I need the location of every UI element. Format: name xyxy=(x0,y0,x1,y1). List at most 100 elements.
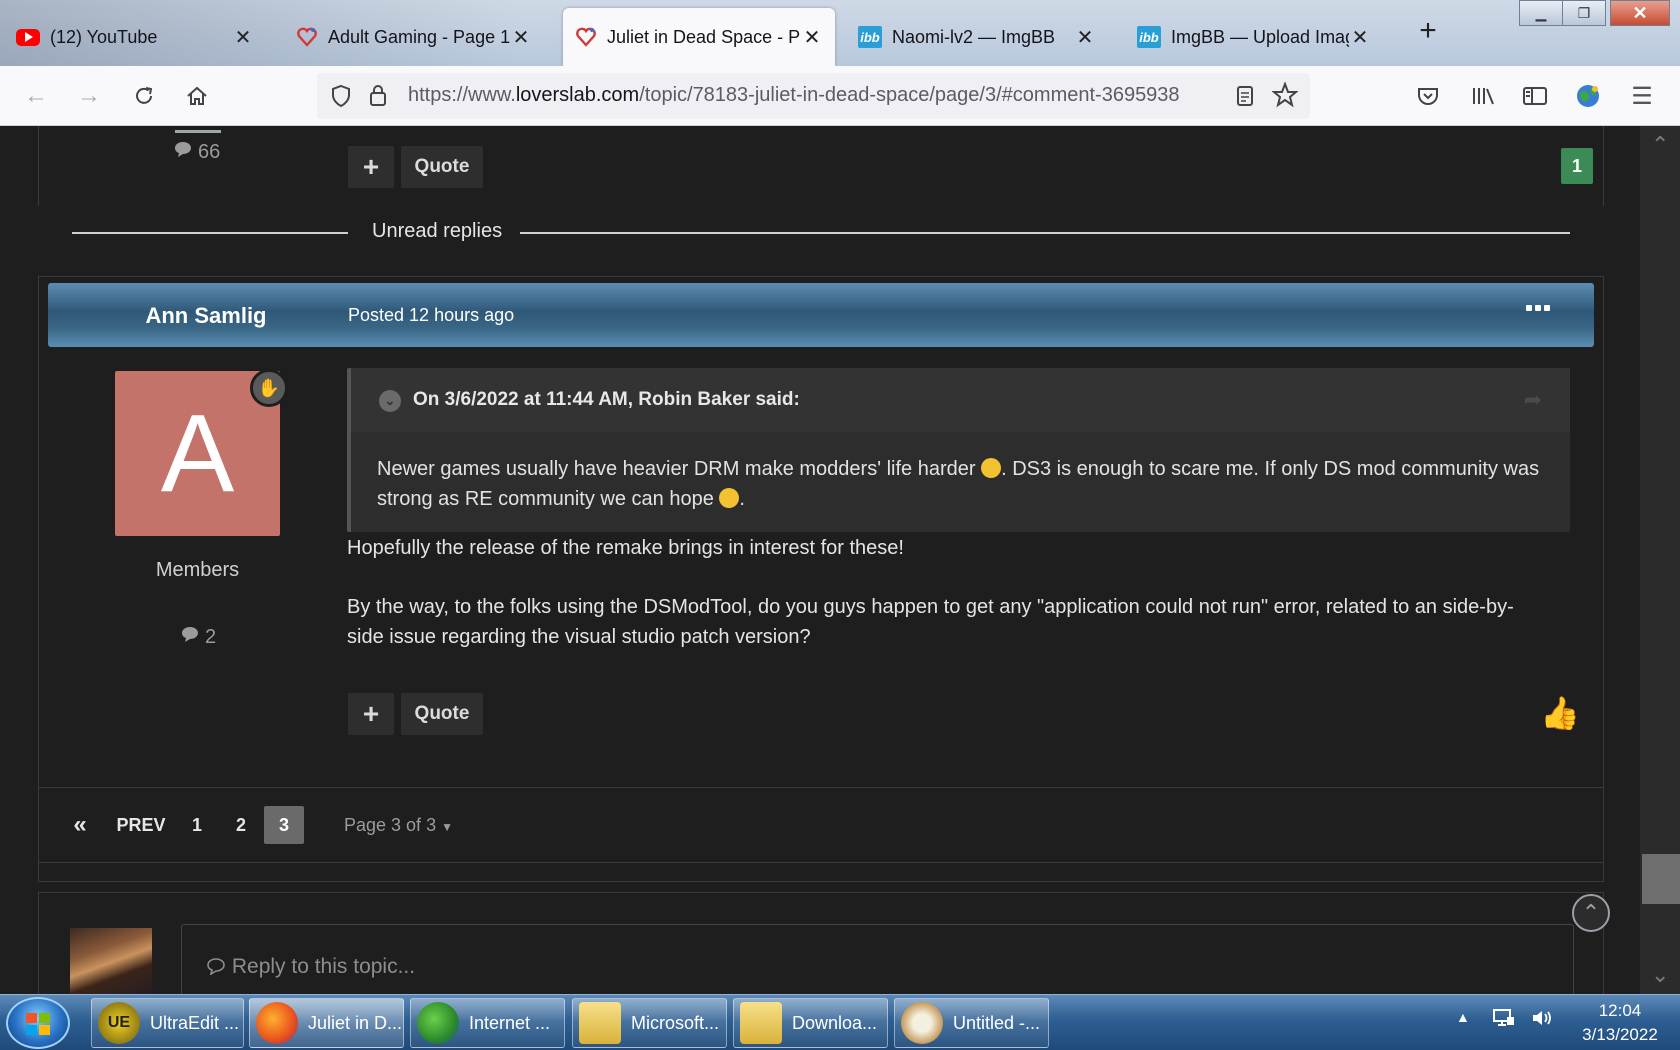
comment-count: 66 xyxy=(198,140,221,163)
divider-line xyxy=(72,232,348,234)
author-name[interactable]: Ann Samlig xyxy=(141,303,271,329)
post-header: Ann Samlig Posted 12 hours ago xyxy=(48,283,1594,347)
url-text[interactable]: https://www.loverslab.com/topic/78183-ju… xyxy=(408,84,1180,107)
page-link-current[interactable]: 3 xyxy=(264,806,304,844)
sweat-smile-emoji-icon xyxy=(981,458,1002,478)
quote-block: ⌄ On 3/6/2022 at 11:44 AM, Robin Baker s… xyxy=(347,368,1570,532)
sidebar-icon[interactable] xyxy=(1519,80,1551,112)
tab-title: ImgBB — Upload Image xyxy=(1171,26,1349,47)
scroll-up-icon[interactable]: ⌃ xyxy=(1651,132,1669,158)
tab-youtube[interactable]: (12) YouTube ✕ xyxy=(4,8,266,66)
windows-taskbar: UE UltraEdit ... Juliet in D... Internet… xyxy=(0,994,1680,1050)
taskbar-item-downloads-folder[interactable]: Downloa... xyxy=(733,998,888,1048)
tab-imgbb-upload[interactable]: ibb ImgBB — Upload Image ✕ xyxy=(1125,8,1383,66)
scroll-down-icon[interactable]: ⌄ xyxy=(1651,962,1669,988)
new-tab-button[interactable]: + xyxy=(1412,14,1444,54)
plus-button[interactable]: + xyxy=(348,146,394,188)
paint-icon xyxy=(901,1002,943,1044)
taskbar-item-firefox[interactable]: Juliet in D... xyxy=(249,998,404,1048)
taskbar-item-label: Microsoft... xyxy=(631,1012,720,1033)
reader-view-icon[interactable] xyxy=(1235,85,1255,112)
plus-button[interactable]: + xyxy=(348,693,394,735)
taskbar-item-ultraedit[interactable]: UE UltraEdit ... xyxy=(91,998,244,1048)
prev-page-button[interactable]: PREV xyxy=(114,806,168,844)
bookmark-star-icon[interactable] xyxy=(1271,81,1299,113)
thumbs-up-icon[interactable]: 👍 xyxy=(1540,694,1580,732)
quote-button[interactable]: Quote xyxy=(401,693,483,735)
tab-strip: (12) YouTube ✕ Adult Gaming - Page 10 ✕ … xyxy=(0,0,1680,66)
youtube-icon xyxy=(16,28,40,46)
clock-date: 3/13/2022 xyxy=(1582,1025,1658,1044)
quote-button[interactable]: Quote xyxy=(401,146,483,188)
back-icon[interactable]: ← xyxy=(20,80,52,112)
pocket-icon[interactable] xyxy=(1412,80,1444,112)
pagination: « PREV 1 2 3 Page 3 of 3 ▼ xyxy=(38,787,1604,863)
ultraedit-icon: UE xyxy=(98,1002,140,1044)
navigation-toolbar: ← → https://www.loverslab.com/topic/7818… xyxy=(0,66,1680,126)
lock-icon[interactable] xyxy=(368,83,388,112)
eye-roll-emoji-icon xyxy=(719,488,740,508)
taskbar-item-microsoft-folder[interactable]: Microsoft... xyxy=(572,998,727,1048)
tab-adult-gaming[interactable]: Adult Gaming - Page 10 ✕ xyxy=(284,8,544,66)
network-icon[interactable] xyxy=(1492,1007,1516,1034)
forward-icon[interactable]: → xyxy=(73,80,105,112)
clock[interactable]: 12:04 3/13/2022 xyxy=(1565,999,1675,1047)
taskbar-item-label: Downloa... xyxy=(792,1012,878,1033)
reload-icon[interactable] xyxy=(128,80,160,112)
tab-title: Juliet in Dead Space - Pa xyxy=(607,26,801,47)
close-icon[interactable]: ✕ xyxy=(510,25,532,50)
windows-logo-icon xyxy=(26,1013,50,1035)
page-link-2[interactable]: 2 xyxy=(231,806,251,844)
vpn-globe-icon[interactable] xyxy=(1572,80,1604,112)
taskbar-item-label: Juliet in D... xyxy=(308,1012,403,1033)
taskbar-item-label: Untitled -... xyxy=(953,1012,1041,1033)
show-hidden-icons-icon[interactable]: ▲ xyxy=(1456,1009,1470,1025)
divider-line xyxy=(520,232,1570,234)
tab-juliet-dead-space[interactable]: Juliet in Dead Space - Pa ✕ xyxy=(563,8,835,66)
unread-replies-divider: Unread replies xyxy=(72,218,1570,248)
folder-icon xyxy=(740,1002,782,1044)
post-paragraph: By the way, to the folks using the DSMod… xyxy=(347,596,1514,648)
chevron-down-icon[interactable]: ⌄ xyxy=(379,390,401,412)
close-icon[interactable]: ✕ xyxy=(801,25,823,50)
quote-text: Newer games usually have heavier DRM mak… xyxy=(377,458,1540,510)
reputation-badge: 1 xyxy=(1561,148,1593,184)
minimize-button[interactable]: ▁ xyxy=(1519,0,1563,26)
taskbar-item-label: Internet ... xyxy=(469,1012,551,1033)
quote-citation[interactable]: On 3/6/2022 at 11:44 AM, Robin Baker sai… xyxy=(413,389,800,411)
tab-title: Naomi-lv2 — ImgBB xyxy=(892,26,1056,47)
post-options-icon[interactable] xyxy=(1526,305,1550,311)
maximize-button[interactable]: ❐ xyxy=(1562,0,1606,26)
hand-badge-icon: ✋ xyxy=(250,369,288,407)
post-timestamp[interactable]: Posted 12 hours ago xyxy=(348,305,514,326)
first-page-button[interactable]: « xyxy=(65,806,95,844)
taskbar-item-paint[interactable]: Untitled -... xyxy=(894,998,1049,1048)
tab-naomi-imgbb[interactable]: ibb Naomi-lv2 — ImgBB ✕ xyxy=(846,8,1108,66)
page-link-1[interactable]: 1 xyxy=(187,806,207,844)
start-button[interactable] xyxy=(6,997,70,1049)
taskbar-item-internet-download-manager[interactable]: Internet ... xyxy=(410,998,565,1048)
reply-placeholder: Reply to this topic... xyxy=(206,955,415,979)
comment-icon xyxy=(173,140,193,164)
shield-icon[interactable] xyxy=(330,84,352,113)
reply-input[interactable]: Reply to this topic... xyxy=(181,924,1574,1004)
library-icon[interactable] xyxy=(1467,80,1499,112)
menu-icon[interactable]: ☰ xyxy=(1626,80,1658,112)
comment-outline-icon xyxy=(206,955,232,978)
internet-download-manager-icon xyxy=(417,1002,459,1044)
close-window-button[interactable]: ✕ xyxy=(1610,0,1670,26)
imgbb-icon: ibb xyxy=(858,26,882,48)
share-arrow-icon[interactable]: ➦ xyxy=(1524,387,1542,413)
close-icon[interactable]: ✕ xyxy=(1349,25,1371,50)
folder-icon xyxy=(579,1002,621,1044)
home-icon[interactable] xyxy=(181,80,213,112)
address-bar[interactable]: https://www.loverslab.com/topic/78183-ju… xyxy=(317,73,1310,119)
close-icon[interactable]: ✕ xyxy=(232,25,254,50)
back-to-top-icon[interactable]: ⌃ xyxy=(1572,894,1610,932)
scrollbar-thumb[interactable] xyxy=(1642,854,1680,904)
rank-bar xyxy=(175,130,221,133)
taskbar-item-label: UltraEdit ... xyxy=(150,1012,240,1033)
close-icon[interactable]: ✕ xyxy=(1074,25,1096,50)
volume-icon[interactable] xyxy=(1530,1007,1554,1034)
page-jump-dropdown[interactable]: Page 3 of 3 ▼ xyxy=(344,815,453,836)
